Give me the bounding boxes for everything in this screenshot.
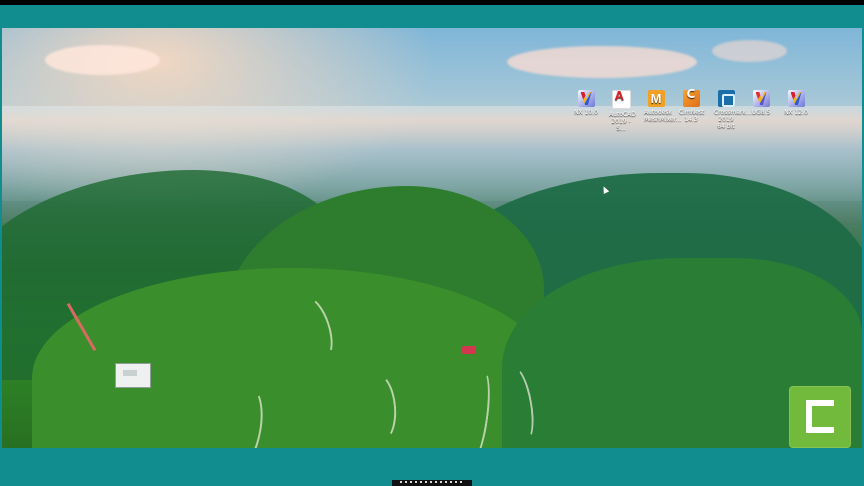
nx-icon bbox=[787, 90, 805, 107]
desktop-icon-label: AutoCAD 2019 - S... bbox=[609, 111, 636, 132]
desktop-icon-autocad[interactable]: AutoCAD 2019 - S... bbox=[609, 90, 636, 132]
bottom-progress-strip bbox=[392, 480, 472, 486]
red-roof-building bbox=[462, 346, 476, 354]
desktop-icons: NX 10.0 AutoCAD 2019 - S... M Autodesk M… bbox=[574, 90, 808, 132]
camtasia-icon bbox=[789, 386, 851, 448]
white-building bbox=[115, 363, 151, 388]
cloud bbox=[507, 46, 697, 78]
cloud bbox=[45, 45, 160, 75]
camtasia-mark bbox=[806, 400, 834, 433]
desktop-icon-nx-12[interactable]: NX 12.0 bbox=[784, 90, 808, 132]
desktop-icon-cimnest[interactable]: CimNest 14.3 bbox=[679, 90, 705, 132]
cimatron-icon bbox=[682, 90, 700, 107]
desktop-icon-crossmark[interactable]: Crossmark... 2019 64 bit bbox=[714, 90, 752, 132]
desktop-icon-label: CimNest 14.3 bbox=[679, 109, 705, 123]
nx-icon bbox=[577, 90, 595, 107]
desktop-icon-label: NX 10.0 bbox=[574, 109, 598, 116]
maya-icon: M bbox=[647, 90, 665, 107]
desktop-icon-label: NX 12.0 bbox=[784, 109, 808, 116]
desktop-icon-nx-10[interactable]: NX 10.0 bbox=[574, 90, 598, 132]
desktop-icon-label: UG8.5 bbox=[751, 109, 771, 116]
desktop-icon-ug85[interactable]: UG8.5 bbox=[749, 90, 773, 132]
autocad-icon bbox=[611, 90, 631, 109]
ug-icon bbox=[752, 90, 770, 107]
crossmark-icon bbox=[717, 90, 735, 107]
desktop-icon-label: Autodesk MeshMixer... bbox=[644, 109, 682, 123]
desktop-icon-label: Crossmark... 2019 64 bit bbox=[714, 109, 752, 130]
desktop-wallpaper: NX 10.0 AutoCAD 2019 - S... M Autodesk M… bbox=[2, 28, 862, 448]
cloud bbox=[712, 40, 787, 62]
desktop-icon-autodesk[interactable]: M Autodesk MeshMixer... bbox=[644, 90, 681, 132]
